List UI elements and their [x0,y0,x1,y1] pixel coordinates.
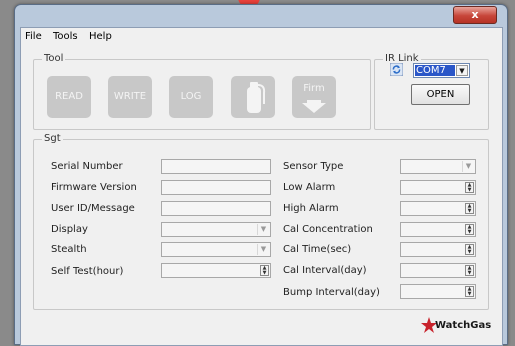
write-button-label: WRITE [113,91,147,102]
refresh-icon[interactable] [390,63,403,76]
chevron-down-icon[interactable]: ▼ [257,224,269,235]
sensor-type-select[interactable]: ▼ [400,159,476,174]
gas-detector-icon [247,82,266,113]
user-id-field[interactable] [161,201,271,216]
chevron-down-icon[interactable]: ▼ [462,161,474,172]
chevron-down-icon[interactable]: ▼ [456,65,468,76]
firmware-version-field[interactable] [161,180,271,195]
cal-interval-label: Cal Interval(day) [283,265,367,276]
log-button[interactable]: LOG [169,76,213,118]
display-label: Display [51,224,88,235]
low-alarm-spinner[interactable]: ▲ ▼ [400,180,476,195]
com-port-select[interactable]: COM7 ▼ [413,63,470,78]
stealth-select[interactable]: ▼ [161,242,271,257]
logo-text: WatchGas [435,320,492,331]
high-alarm-label: High Alarm [283,203,339,214]
cal-concentration-spinner[interactable]: ▲ ▼ [400,222,476,237]
read-button-label: READ [55,91,83,102]
com-port-value: COM7 [415,65,455,76]
self-test-spinner[interactable]: ▲ ▼ [161,263,271,278]
menu-help[interactable]: Help [89,31,112,42]
cal-concentration-label: Cal Concentration [283,224,373,235]
spin-arrows-icon[interactable]: ▲ ▼ [465,286,474,297]
menu-file[interactable]: File [25,31,42,42]
read-button[interactable]: READ [47,76,91,118]
write-button[interactable]: WRITE [108,76,152,118]
title-bar[interactable]: x [15,5,507,25]
spin-arrows-icon[interactable]: ▲ ▼ [465,182,474,193]
close-button[interactable]: x [453,6,497,24]
bump-interval-spinner[interactable]: ▲ ▼ [400,284,476,299]
bump-interval-label: Bump Interval(day) [283,287,380,298]
log-button-label: LOG [180,91,202,102]
spin-arrows-icon[interactable]: ▲ ▼ [465,203,474,214]
spin-arrows-icon[interactable]: ▲ ▼ [260,265,269,276]
cal-time-spinner[interactable]: ▲ ▼ [400,242,476,257]
sensor-type-label: Sensor Type [283,161,344,172]
open-button[interactable]: OPEN [411,84,470,105]
tool-group: Tool READ WRITE LOG Firm [33,53,371,130]
high-alarm-spinner[interactable]: ▲ ▼ [400,201,476,216]
firmware-version-label: Firmware Version [51,182,137,193]
menu-bar: File Tools Help [21,28,502,46]
spin-arrows-icon[interactable]: ▲ ▼ [465,224,474,235]
cal-time-label: Cal Time(sec) [283,244,352,255]
detector-button[interactable] [231,76,275,118]
settings-group-title: Sgt [42,133,63,144]
stealth-label: Stealth [51,244,87,255]
serial-number-label: Serial Number [51,161,123,172]
serial-number-field[interactable] [161,159,271,174]
low-alarm-label: Low Alarm [283,182,336,193]
spin-arrows-icon[interactable]: ▲ ▼ [465,265,474,276]
display-select[interactable]: ▼ [161,222,271,237]
download-arrow-icon [302,100,326,113]
app-window: x File Tools Help Tool READ WRITE LOG Fi… [14,4,508,346]
watchgas-logo: WatchGas [421,315,491,337]
self-test-label: Self Test(hour) [51,266,124,277]
firmware-button[interactable]: Firm [292,76,336,118]
user-id-label: User ID/Message [51,203,135,214]
chevron-down-icon[interactable]: ▼ [257,244,269,255]
client-area: File Tools Help Tool READ WRITE LOG Firm… [20,27,503,346]
menu-tools[interactable]: Tools [53,31,78,42]
tool-group-title: Tool [42,53,66,64]
cal-interval-spinner[interactable]: ▲ ▼ [400,263,476,278]
spin-arrows-icon[interactable]: ▲ ▼ [465,244,474,255]
